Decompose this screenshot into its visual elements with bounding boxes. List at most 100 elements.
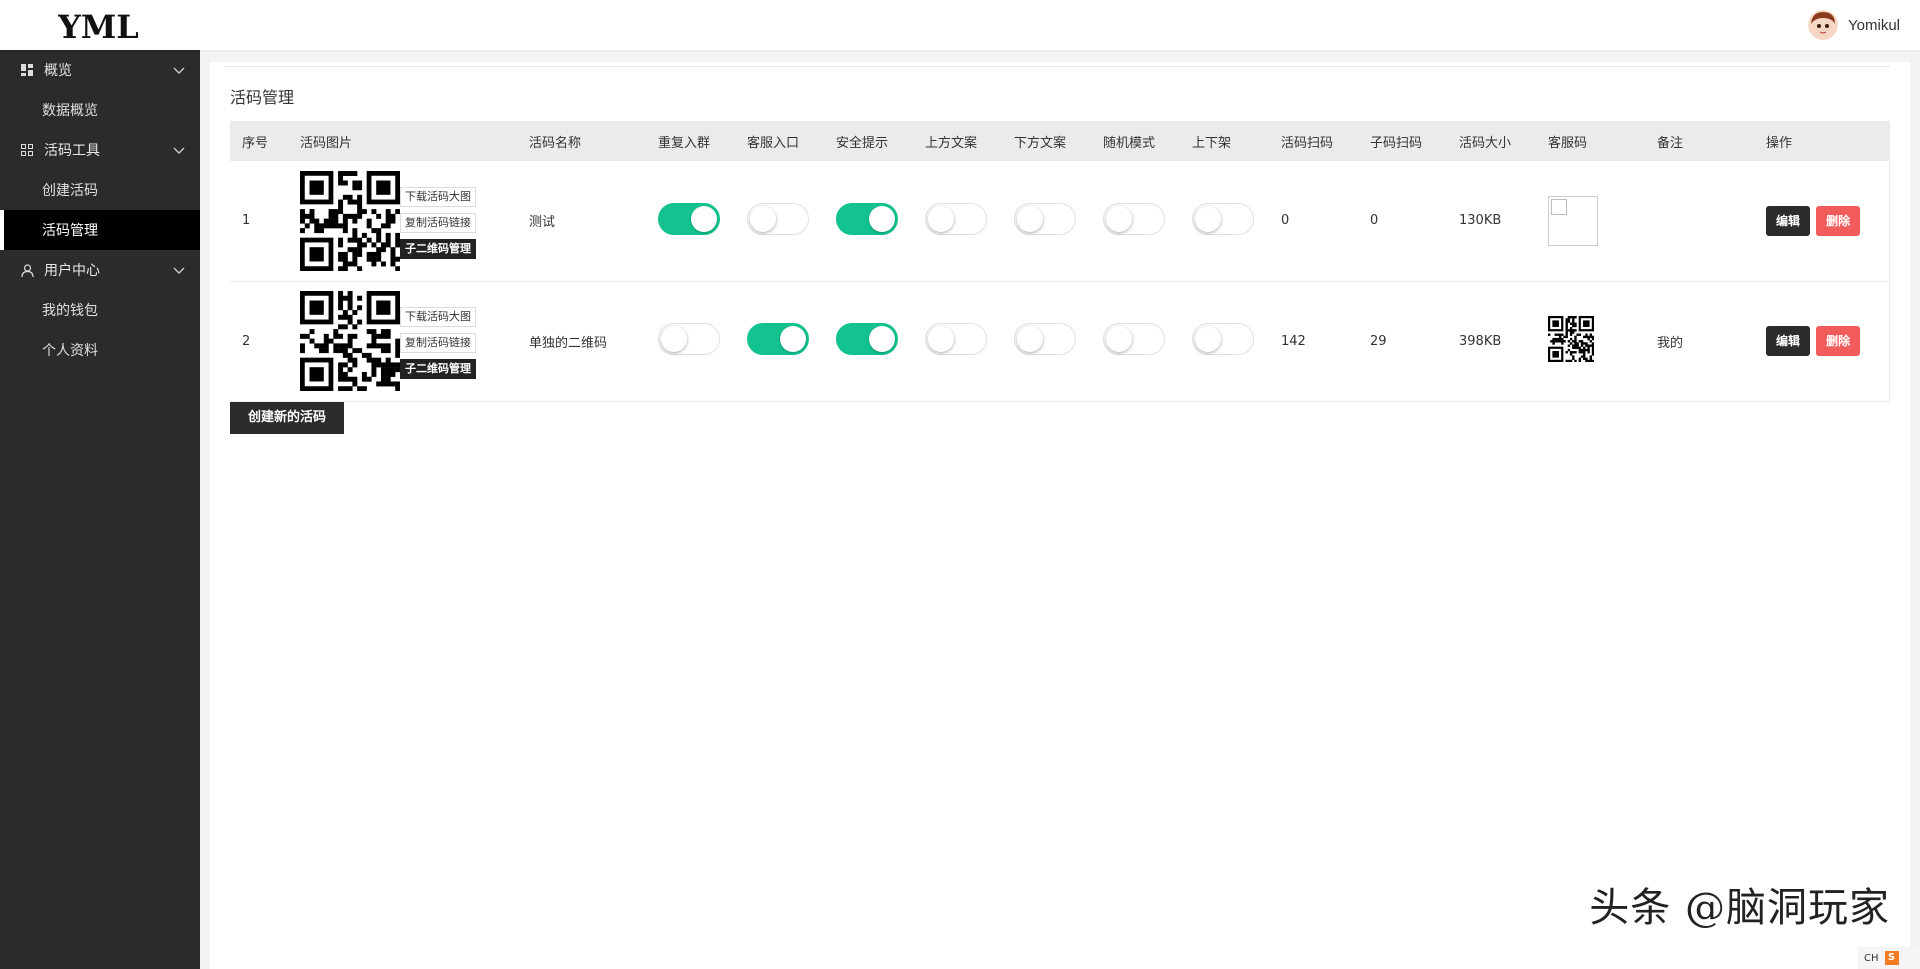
service-qr-cell xyxy=(1536,281,1645,402)
watermark: 头条 @脑洞玩家 xyxy=(1589,885,1890,931)
code-name: 测试 xyxy=(517,161,646,282)
column-header: 上方文案 xyxy=(913,121,1002,161)
note xyxy=(1645,161,1754,282)
switch-knob xyxy=(780,326,806,352)
sidebar-group-label: 概览 xyxy=(44,63,72,79)
code-size: 398KB xyxy=(1447,281,1536,402)
column-header: 客服入口 xyxy=(735,121,824,161)
toggle-switch[interactable] xyxy=(1014,202,1076,235)
sogou-icon: S xyxy=(1884,951,1899,965)
chevron-down-icon xyxy=(173,67,185,74)
qr-cell: 下载活码大图 复制活码链接 子二维码管理 xyxy=(288,281,517,402)
toggle-switch[interactable] xyxy=(1192,323,1254,355)
switch-knob xyxy=(1106,205,1132,232)
switch-cell xyxy=(824,281,913,402)
scan-count: 0 xyxy=(1269,161,1358,282)
download-qr-button[interactable]: 下载活码大图 xyxy=(400,186,476,207)
column-header: 操作 xyxy=(1754,121,1890,161)
download-qr-button[interactable]: 下载活码大图 xyxy=(400,307,476,327)
switch-cell xyxy=(913,161,1002,282)
toggle-switch[interactable] xyxy=(836,202,898,235)
toggle-switch[interactable] xyxy=(747,323,809,355)
switch-knob xyxy=(1017,326,1043,352)
switch-knob xyxy=(1017,205,1043,232)
switch-cell xyxy=(646,161,735,282)
switch-cell xyxy=(824,161,913,282)
switch-knob xyxy=(928,205,954,232)
edit-button[interactable]: 编辑 xyxy=(1766,326,1811,356)
column-header: 活码大小 xyxy=(1447,121,1536,161)
toggle-switch[interactable] xyxy=(658,202,720,235)
row-index: 1 xyxy=(230,161,288,282)
switch-knob xyxy=(661,326,687,352)
table-row: 1 下载活码大图 复制活码链接 子二维码管理 测试 0 0 130KB 编辑 删… xyxy=(230,161,1890,282)
column-header: 活码扫码 xyxy=(1269,121,1358,161)
actions-cell: 编辑 删除 xyxy=(1754,281,1890,402)
user-name[interactable]: Yomikul xyxy=(1848,17,1900,34)
service-qr-placeholder[interactable] xyxy=(1548,195,1598,246)
sidebar-group-user-center[interactable]: 用户中心 xyxy=(0,250,200,290)
toggle-switch[interactable] xyxy=(836,323,898,355)
copy-link-button[interactable]: 复制活码链接 xyxy=(400,333,476,353)
toggle-switch[interactable] xyxy=(1103,323,1165,355)
row-index: 2 xyxy=(230,281,288,402)
sidebar-item-data-overview[interactable]: 数据概览 xyxy=(0,90,200,130)
dashboard-icon xyxy=(20,63,34,77)
column-header: 活码图片 xyxy=(288,121,517,161)
sidebar-item-wallet[interactable]: 我的钱包 xyxy=(0,290,200,330)
logo[interactable]: YML xyxy=(58,6,148,46)
switch-knob xyxy=(691,205,717,232)
toggle-switch[interactable] xyxy=(1103,202,1165,235)
divider xyxy=(224,66,1890,67)
page-title: 活码管理 xyxy=(230,88,295,107)
sidebar-item-create-code[interactable]: 创建活码 xyxy=(0,170,200,210)
switch-cell xyxy=(735,281,824,402)
ime-indicator[interactable]: CH S xyxy=(1858,947,1920,969)
switch-cell xyxy=(1091,161,1180,282)
sidebar-group-overview[interactable]: 概览 xyxy=(0,50,200,90)
user-menu[interactable]: Yomikul xyxy=(1808,10,1900,40)
create-code-button[interactable]: 创建新的活码 xyxy=(230,402,345,434)
sub-scan-count: 0 xyxy=(1358,161,1447,282)
column-header: 备注 xyxy=(1645,121,1754,161)
delete-button[interactable]: 删除 xyxy=(1816,326,1861,356)
avatar[interactable] xyxy=(1808,10,1839,40)
sidebar-group-code-tools[interactable]: 活码工具 xyxy=(0,130,200,170)
qr-block: 下载活码大图 复制活码链接 子二维码管理 xyxy=(300,291,490,391)
switch-cell xyxy=(913,281,1002,402)
qr-code-image xyxy=(300,291,400,391)
switch-cell xyxy=(1002,281,1091,402)
column-header: 下方文案 xyxy=(1002,121,1091,161)
sidebar-item-profile[interactable]: 个人资料 xyxy=(0,330,200,370)
sub-qr-manage-button[interactable]: 子二维码管理 xyxy=(400,238,476,259)
sidebar-item-code-manage[interactable]: 活码管理 xyxy=(0,210,200,250)
toggle-switch[interactable] xyxy=(1014,323,1076,355)
copy-link-button[interactable]: 复制活码链接 xyxy=(400,212,476,233)
column-header: 序号 xyxy=(230,121,288,161)
switch-knob xyxy=(750,205,776,232)
service-qr-image xyxy=(1548,316,1595,363)
switch-cell xyxy=(1091,281,1180,402)
sub-qr-manage-button[interactable]: 子二维码管理 xyxy=(400,359,476,379)
sidebar-group-label: 活码工具 xyxy=(44,143,100,159)
user-icon xyxy=(20,263,34,277)
delete-button[interactable]: 删除 xyxy=(1816,205,1861,236)
sub-scan-count: 29 xyxy=(1358,281,1447,402)
svg-text:YML: YML xyxy=(58,8,139,46)
switch-knob xyxy=(1106,326,1132,352)
qr-code-image xyxy=(300,170,400,271)
edit-button[interactable]: 编辑 xyxy=(1766,205,1811,236)
table-row: 2 下载活码大图 复制活码链接 子二维码管理 单独的二维码 142 29 398… xyxy=(230,281,1890,402)
toggle-switch[interactable] xyxy=(1192,202,1254,235)
table-header-row: 序号 活码图片 活码名称 重复入群 客服入口 安全提示 上方文案 下方文案 随机… xyxy=(230,121,1890,161)
column-header: 安全提示 xyxy=(824,121,913,161)
qr-cell: 下载活码大图 复制活码链接 子二维码管理 xyxy=(288,161,517,282)
toggle-switch[interactable] xyxy=(658,323,720,355)
switch-cell xyxy=(735,161,824,282)
toggle-switch[interactable] xyxy=(925,323,987,355)
toggle-switch[interactable] xyxy=(925,202,987,235)
toggle-switch[interactable] xyxy=(747,202,809,235)
service-qr-cell xyxy=(1536,161,1645,282)
sidebar: 概览 数据概览 活码工具 创建活码 活码管理 用户中心 我的钱包 个人资料 xyxy=(0,50,200,969)
code-table: 序号 活码图片 活码名称 重复入群 客服入口 安全提示 上方文案 下方文案 随机… xyxy=(230,121,1890,402)
